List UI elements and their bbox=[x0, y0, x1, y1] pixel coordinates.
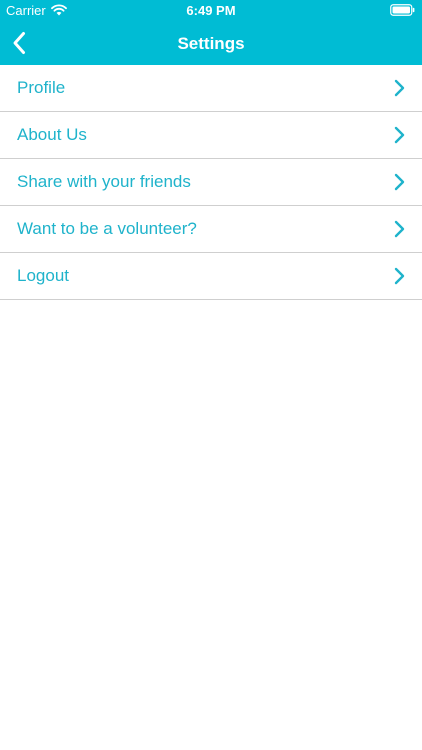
menu-item-label: Profile bbox=[17, 78, 66, 97]
back-button[interactable] bbox=[2, 26, 36, 60]
menu-item-share[interactable]: Share with your friends bbox=[0, 159, 422, 206]
menu-item-profile[interactable]: Profile bbox=[0, 65, 422, 112]
chevron-left-icon bbox=[13, 32, 25, 54]
chevron-right-icon bbox=[394, 173, 405, 191]
menu-item-logout[interactable]: Logout bbox=[0, 253, 422, 300]
menu-item-volunteer[interactable]: Want to be a volunteer? bbox=[0, 206, 422, 253]
settings-screen: Carrier 6:49 PM Settings Profile About U… bbox=[0, 0, 422, 750]
chevron-right-icon bbox=[394, 79, 405, 97]
page-title: Settings bbox=[177, 34, 245, 53]
header: Carrier 6:49 PM Settings bbox=[0, 0, 422, 65]
navigation-bar: Settings bbox=[0, 22, 422, 65]
chevron-right-icon bbox=[394, 126, 405, 144]
chevron-right-icon bbox=[394, 267, 405, 285]
battery-icon bbox=[390, 4, 415, 16]
menu-item-label: Share with your friends bbox=[17, 172, 191, 191]
menu-item-label: About Us bbox=[17, 125, 87, 144]
status-time: 6:49 PM bbox=[186, 3, 236, 18]
menu-item-about-us[interactable]: About Us bbox=[0, 112, 422, 159]
settings-menu: Profile About Us Share with your friends… bbox=[0, 65, 422, 300]
status-bar: Carrier 6:49 PM bbox=[0, 0, 422, 22]
menu-item-label: Want to be a volunteer? bbox=[17, 219, 197, 238]
chevron-right-icon bbox=[394, 220, 405, 238]
menu-item-label: Logout bbox=[17, 266, 69, 285]
